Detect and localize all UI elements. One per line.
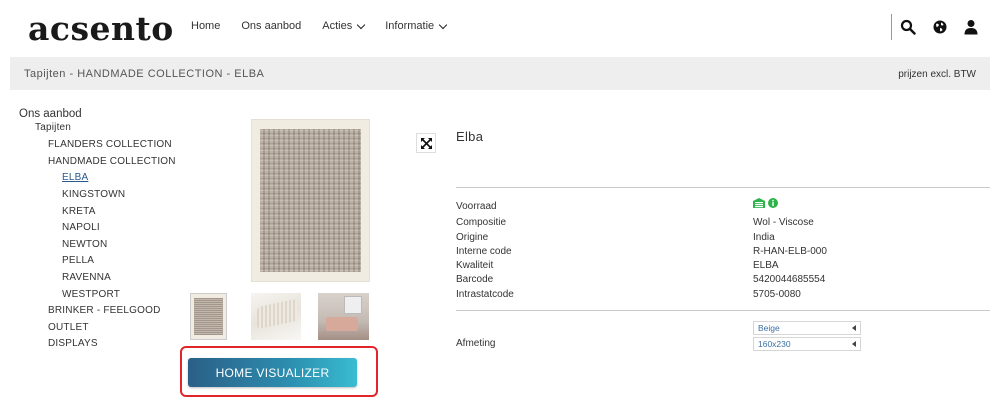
sidebar-item-handmade[interactable]: HANDMADE COLLECTION bbox=[48, 156, 176, 167]
sidebar-item-westport[interactable]: WESTPORT bbox=[62, 289, 120, 300]
color-select-value: Beige bbox=[758, 323, 780, 333]
stock-indicator[interactable] bbox=[753, 198, 778, 208]
chevron-down-icon bbox=[438, 20, 448, 29]
spec-value: India bbox=[753, 232, 775, 243]
header-divider bbox=[891, 14, 892, 40]
globe-icon[interactable] bbox=[932, 19, 948, 35]
sidebar-item-elba[interactable]: ELBA bbox=[62, 172, 88, 183]
spec-row-voorraad: Voorraad bbox=[456, 198, 990, 215]
sidebar-item-napoli[interactable]: NAPOLI bbox=[62, 222, 100, 233]
warehouse-icon bbox=[753, 198, 765, 208]
sidebar-item-newton[interactable]: NEWTON bbox=[62, 239, 107, 250]
sidebar-item-brinker[interactable]: BRINKER - FEELGOOD bbox=[48, 305, 161, 316]
nav-informatie-label: Informatie bbox=[385, 20, 435, 32]
spec-row-barcode: Barcode 5420044685554 bbox=[456, 274, 990, 288]
product-thumbnail-2[interactable] bbox=[251, 293, 301, 340]
spec-value: Wol - Viscose bbox=[753, 217, 814, 228]
spec-row-interne-code: Interne code R-HAN-ELB-000 bbox=[456, 246, 990, 260]
product-title: Elba bbox=[456, 129, 484, 144]
spec-value: 5420044685554 bbox=[753, 274, 826, 285]
spec-label: Voorraad bbox=[456, 201, 497, 212]
spec-row-intrastatcode: Intrastatcode 5705-0080 bbox=[456, 289, 990, 303]
sidebar-item-tapijten[interactable]: Tapijten bbox=[35, 122, 71, 133]
size-select-value: 160x230 bbox=[758, 339, 791, 349]
price-note: prijzen excl. BTW bbox=[898, 69, 976, 80]
sidebar-item-flanders[interactable]: FLANDERS COLLECTION bbox=[48, 139, 172, 150]
divider bbox=[456, 187, 990, 188]
spec-row-kwaliteit: Kwaliteit ELBA bbox=[456, 260, 990, 274]
breadcrumb: Tapijten - HANDMADE COLLECTION - ELBA bbox=[24, 68, 265, 80]
nav-ons-aanbod[interactable]: Ons aanbod bbox=[241, 20, 301, 32]
nav-ons-aanbod-label: Ons aanbod bbox=[241, 20, 302, 32]
nav-acties[interactable]: Acties bbox=[322, 20, 366, 32]
sidebar-item-kreta[interactable]: KRETA bbox=[62, 206, 96, 217]
fullscreen-button[interactable] bbox=[416, 133, 436, 153]
user-icon[interactable] bbox=[963, 19, 979, 35]
breadcrumb-bar: Tapijten - HANDMADE COLLECTION - ELBA pr… bbox=[10, 57, 990, 90]
home-visualizer-button[interactable]: HOME VISUALIZER bbox=[188, 358, 357, 387]
sidebar-item-ravenna[interactable]: RAVENNA bbox=[62, 272, 111, 283]
spec-label: Barcode bbox=[456, 274, 494, 285]
spec-row-origine: Origine India bbox=[456, 232, 990, 246]
caret-left-icon bbox=[852, 341, 856, 347]
sidebar-item-kingstown[interactable]: KINGSTOWN bbox=[62, 189, 125, 200]
info-icon[interactable] bbox=[768, 198, 778, 208]
spec-label: Kwaliteit bbox=[456, 260, 494, 271]
size-select[interactable]: 160x230 bbox=[753, 337, 861, 351]
color-select[interactable]: Beige bbox=[753, 321, 861, 335]
sidebar-item-displays[interactable]: DISPLAYS bbox=[48, 338, 98, 349]
nav-home-label: Home bbox=[191, 20, 221, 32]
nav-acties-label: Acties bbox=[322, 20, 353, 32]
caret-left-icon bbox=[852, 325, 856, 331]
product-thumbnail-1[interactable] bbox=[190, 293, 227, 340]
expand-icon bbox=[420, 137, 432, 149]
search-icon[interactable] bbox=[900, 19, 916, 35]
brand-logo[interactable]: acsento bbox=[28, 9, 174, 48]
spec-label: Compositie bbox=[456, 217, 507, 228]
spec-row-compositie: Compositie Wol - Viscose bbox=[456, 217, 990, 231]
sidebar-root[interactable]: Ons aanbod bbox=[19, 108, 82, 120]
main-nav: Home Ons aanbod Acties Informatie bbox=[191, 20, 467, 32]
chevron-down-icon bbox=[357, 20, 366, 29]
spec-label: Intrastatcode bbox=[456, 289, 514, 300]
spec-label: Interne code bbox=[456, 246, 512, 257]
spec-value: R-HAN-ELB-000 bbox=[753, 246, 827, 257]
sidebar-item-pella[interactable]: PELLA bbox=[62, 255, 94, 266]
afmeting-label: Afmeting bbox=[456, 338, 496, 349]
product-main-image[interactable] bbox=[251, 119, 370, 282]
product-thumbnail-3[interactable] bbox=[318, 293, 369, 340]
spec-value: ELBA bbox=[753, 260, 779, 271]
divider bbox=[456, 310, 990, 311]
sidebar-item-outlet[interactable]: OUTLET bbox=[48, 322, 89, 333]
nav-informatie[interactable]: Informatie bbox=[385, 20, 448, 32]
spec-value: 5705-0080 bbox=[753, 289, 801, 300]
spec-label: Origine bbox=[456, 232, 489, 243]
nav-home[interactable]: Home bbox=[191, 20, 220, 32]
